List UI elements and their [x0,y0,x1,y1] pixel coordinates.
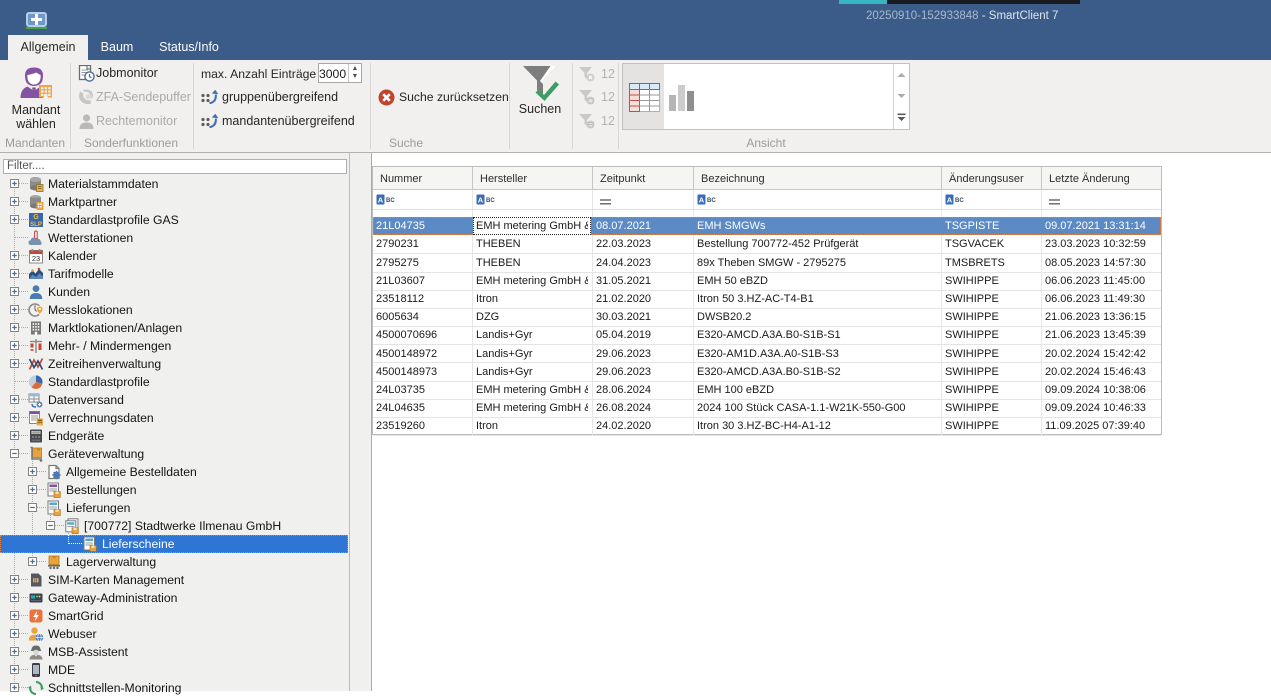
svg-text:SLP: SLP [30,222,42,228]
svg-text:BC: BC [707,198,716,204]
svg-text:BC: BC [486,198,495,204]
svg-text:A: A [478,196,484,205]
svg-text:A: A [947,196,953,205]
svg-text:8000: 8000 [32,432,39,435]
svg-text:23: 23 [32,254,40,263]
svg-text:BC: BC [386,198,395,204]
svg-text:BC: BC [955,198,964,204]
svg-text:G: G [33,214,39,221]
svg-text:A: A [378,196,384,205]
svg-text:A: A [699,196,705,205]
